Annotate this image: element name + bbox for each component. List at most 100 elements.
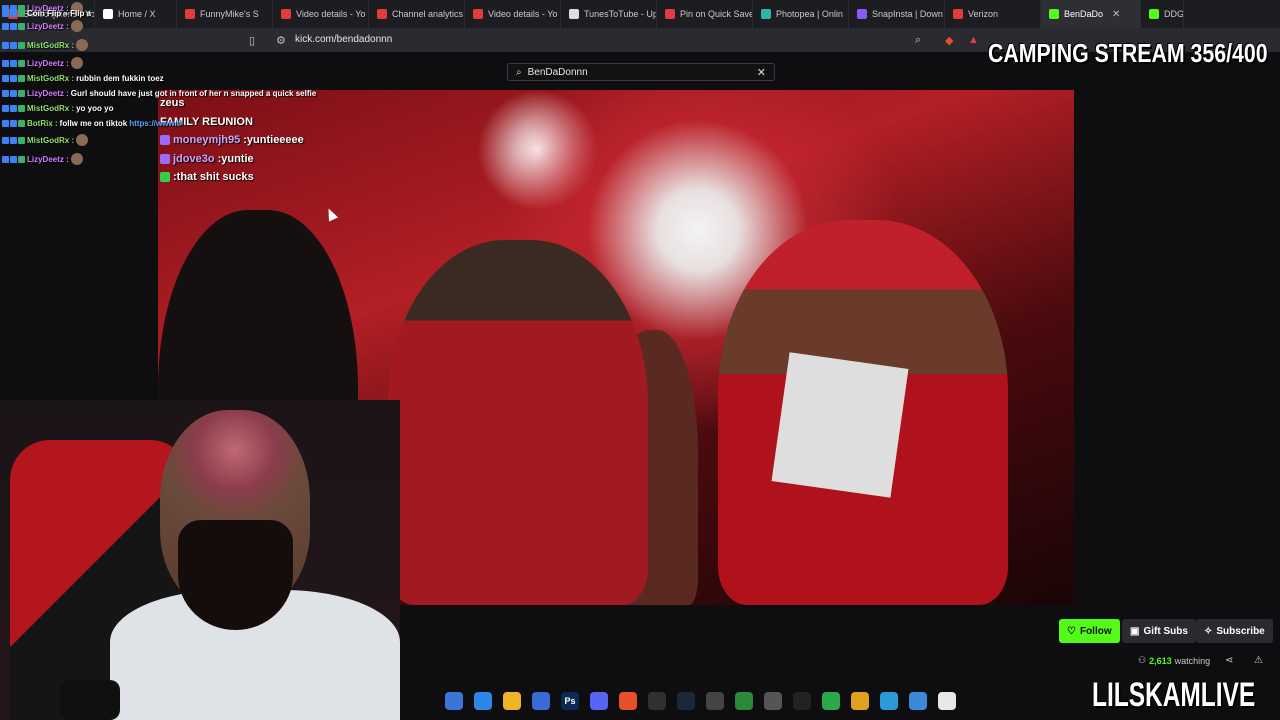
chat-badge-icon bbox=[10, 136, 17, 144]
chat-badge-icon bbox=[2, 155, 9, 163]
chat-badge-icon bbox=[18, 90, 25, 97]
chat-badge-icon bbox=[18, 155, 25, 163]
chat-badge-icon bbox=[2, 10, 9, 17]
tab-favicon-icon bbox=[1149, 9, 1159, 19]
app-icon[interactable] bbox=[880, 692, 898, 710]
steam-icon[interactable] bbox=[677, 692, 695, 710]
discord-icon[interactable] bbox=[590, 692, 608, 710]
browser-tab[interactable]: SnapInsta | Down bbox=[849, 0, 945, 28]
tab-label: Video details - Yo bbox=[296, 9, 366, 19]
chat-badge-icon bbox=[2, 75, 9, 82]
tab-label: BenDaDo bbox=[1064, 9, 1104, 19]
search-query: BenDaDonnn bbox=[527, 66, 588, 78]
copilot-icon[interactable] bbox=[474, 692, 492, 710]
chat-username[interactable]: zeus bbox=[160, 97, 184, 109]
chat-badges bbox=[2, 155, 25, 163]
zoom-icon[interactable]: ⌕ bbox=[915, 34, 921, 47]
brave-rewards-icon[interactable]: ▲ bbox=[968, 34, 979, 46]
tab-favicon-icon bbox=[953, 9, 963, 19]
browser-tab[interactable]: Channel analytics bbox=[369, 0, 465, 28]
chat-badges bbox=[2, 120, 25, 127]
subscribe-button[interactable]: ✧ Subscribe bbox=[1196, 619, 1273, 643]
emote-icon bbox=[76, 39, 89, 51]
chat-link[interactable]: https://www.ti bbox=[129, 119, 181, 128]
chat-text: :yuntieeeee bbox=[243, 134, 304, 147]
chat-text: follw me on tiktok bbox=[59, 119, 128, 128]
chat-badges bbox=[2, 75, 25, 82]
bookmark-icon[interactable]: ▯ bbox=[249, 34, 255, 47]
browser-tab[interactable]: BenDaDo ✕ bbox=[1041, 0, 1141, 28]
browser-tab[interactable]: DDG S bbox=[1141, 0, 1184, 28]
chat-badge-icon bbox=[10, 105, 17, 112]
chat-username[interactable]: BotRix : bbox=[27, 119, 58, 128]
photoshop-icon[interactable]: Ps bbox=[561, 692, 579, 710]
report-icon[interactable]: ⚠ bbox=[1254, 655, 1263, 666]
chat-message: MistGodRx : rubbin dem fukkin toez bbox=[2, 74, 164, 83]
chat-badge-icon bbox=[18, 41, 25, 49]
chat-badge-icon bbox=[160, 153, 170, 164]
app-icon[interactable] bbox=[764, 692, 782, 710]
tab-favicon-icon bbox=[1049, 9, 1059, 19]
brave-icon[interactable] bbox=[619, 692, 637, 710]
emote-icon bbox=[70, 153, 83, 165]
tab-favicon-icon bbox=[857, 9, 867, 19]
browser-tab[interactable]: Pin on Quick Save bbox=[657, 0, 753, 28]
chat-username[interactable]: LizyDeetz : bbox=[27, 22, 69, 31]
tab-label: Video details - Yo bbox=[488, 9, 558, 19]
gift-subs-label: Gift Subs bbox=[1143, 625, 1188, 637]
chat-message: LizyDeetz : Gurl should have just got in … bbox=[2, 89, 316, 98]
browser-tab[interactable]: FunnyMike's S bbox=[177, 0, 273, 28]
brave-shield-icon[interactable]: ◆ bbox=[945, 34, 953, 47]
site-settings-icon[interactable]: ⚙ bbox=[276, 34, 286, 47]
file-explorer-icon[interactable] bbox=[503, 692, 521, 710]
close-tab-icon[interactable]: ✕ bbox=[1112, 9, 1120, 20]
stream-title-overlay: CAMPING STREAM 356/400 bbox=[988, 38, 1268, 68]
chat-username[interactable]: LizyDeetz : bbox=[27, 155, 69, 164]
follow-button[interactable]: ♡ Follow bbox=[1059, 619, 1120, 643]
chat-text: Gurl should have just got in front of he… bbox=[70, 89, 317, 98]
chat-text: :that shit sucks bbox=[173, 171, 254, 184]
browser-tab[interactable]: Photopea | Onlin bbox=[753, 0, 849, 28]
chat-username[interactable]: moneymjh95 bbox=[173, 134, 240, 146]
obs-icon[interactable] bbox=[648, 692, 666, 710]
chat-message: MistGodRx : bbox=[2, 39, 89, 51]
widgets-icon[interactable] bbox=[445, 692, 463, 710]
tab-favicon-icon bbox=[185, 9, 195, 19]
browser-tab[interactable]: Video details - Yo bbox=[273, 0, 369, 28]
chat-text: :yuntie bbox=[217, 152, 254, 165]
chat-badge-icon bbox=[18, 75, 25, 82]
chat-username[interactable]: MistGodRx : bbox=[27, 41, 74, 50]
url-field[interactable]: kick.com/bendadonnn bbox=[295, 34, 392, 45]
search-input[interactable]: ⌕ BenDaDonnn ✕ bbox=[507, 63, 775, 81]
tab-label: TunesToTube - Up bbox=[584, 9, 657, 19]
xbox-icon[interactable] bbox=[822, 692, 840, 710]
document-icon[interactable] bbox=[938, 692, 956, 710]
capcut-icon[interactable] bbox=[793, 692, 811, 710]
chat-badge-icon bbox=[10, 155, 17, 163]
browser-tab[interactable]: Video details - Yo bbox=[465, 0, 561, 28]
share-icon[interactable]: ⋖ bbox=[1225, 655, 1233, 666]
app-icon[interactable] bbox=[851, 692, 869, 710]
close-icon[interactable]: ✕ bbox=[757, 66, 766, 79]
search-icon: ⌕ bbox=[516, 66, 522, 78]
browser-tab[interactable]: Home / X bbox=[95, 0, 177, 28]
chat-badge-icon bbox=[2, 120, 9, 127]
store-icon[interactable] bbox=[532, 692, 550, 710]
app-icon[interactable] bbox=[909, 692, 927, 710]
chat-text: rubbin dem fukkin toez bbox=[76, 74, 164, 83]
chat-badge-icon bbox=[10, 41, 17, 49]
app-icon[interactable] bbox=[706, 692, 724, 710]
chat-username[interactable]: MistGodRx : bbox=[27, 104, 74, 113]
chat-username[interactable]: LizyDeetz : bbox=[27, 89, 69, 98]
chat-username[interactable]: MistGodRx : bbox=[27, 74, 74, 83]
chat-username[interactable]: jdove3o bbox=[173, 153, 215, 165]
chat-username[interactable]: MistGodRx : bbox=[27, 136, 74, 145]
chat-username[interactable]: LizyDeetz : bbox=[27, 59, 69, 68]
chat-text: yo yoo yo bbox=[76, 104, 114, 113]
chat-message: MistGodRx : bbox=[2, 134, 89, 146]
browser-tab[interactable]: Verizon bbox=[945, 0, 1041, 28]
browser-tab[interactable]: TunesToTube - Up bbox=[561, 0, 657, 28]
app-icon[interactable] bbox=[735, 692, 753, 710]
gift-subs-button[interactable]: ▣ Gift Subs bbox=[1122, 619, 1196, 643]
chat-username[interactable]: Coin Flip » Flip a bbox=[27, 9, 91, 18]
